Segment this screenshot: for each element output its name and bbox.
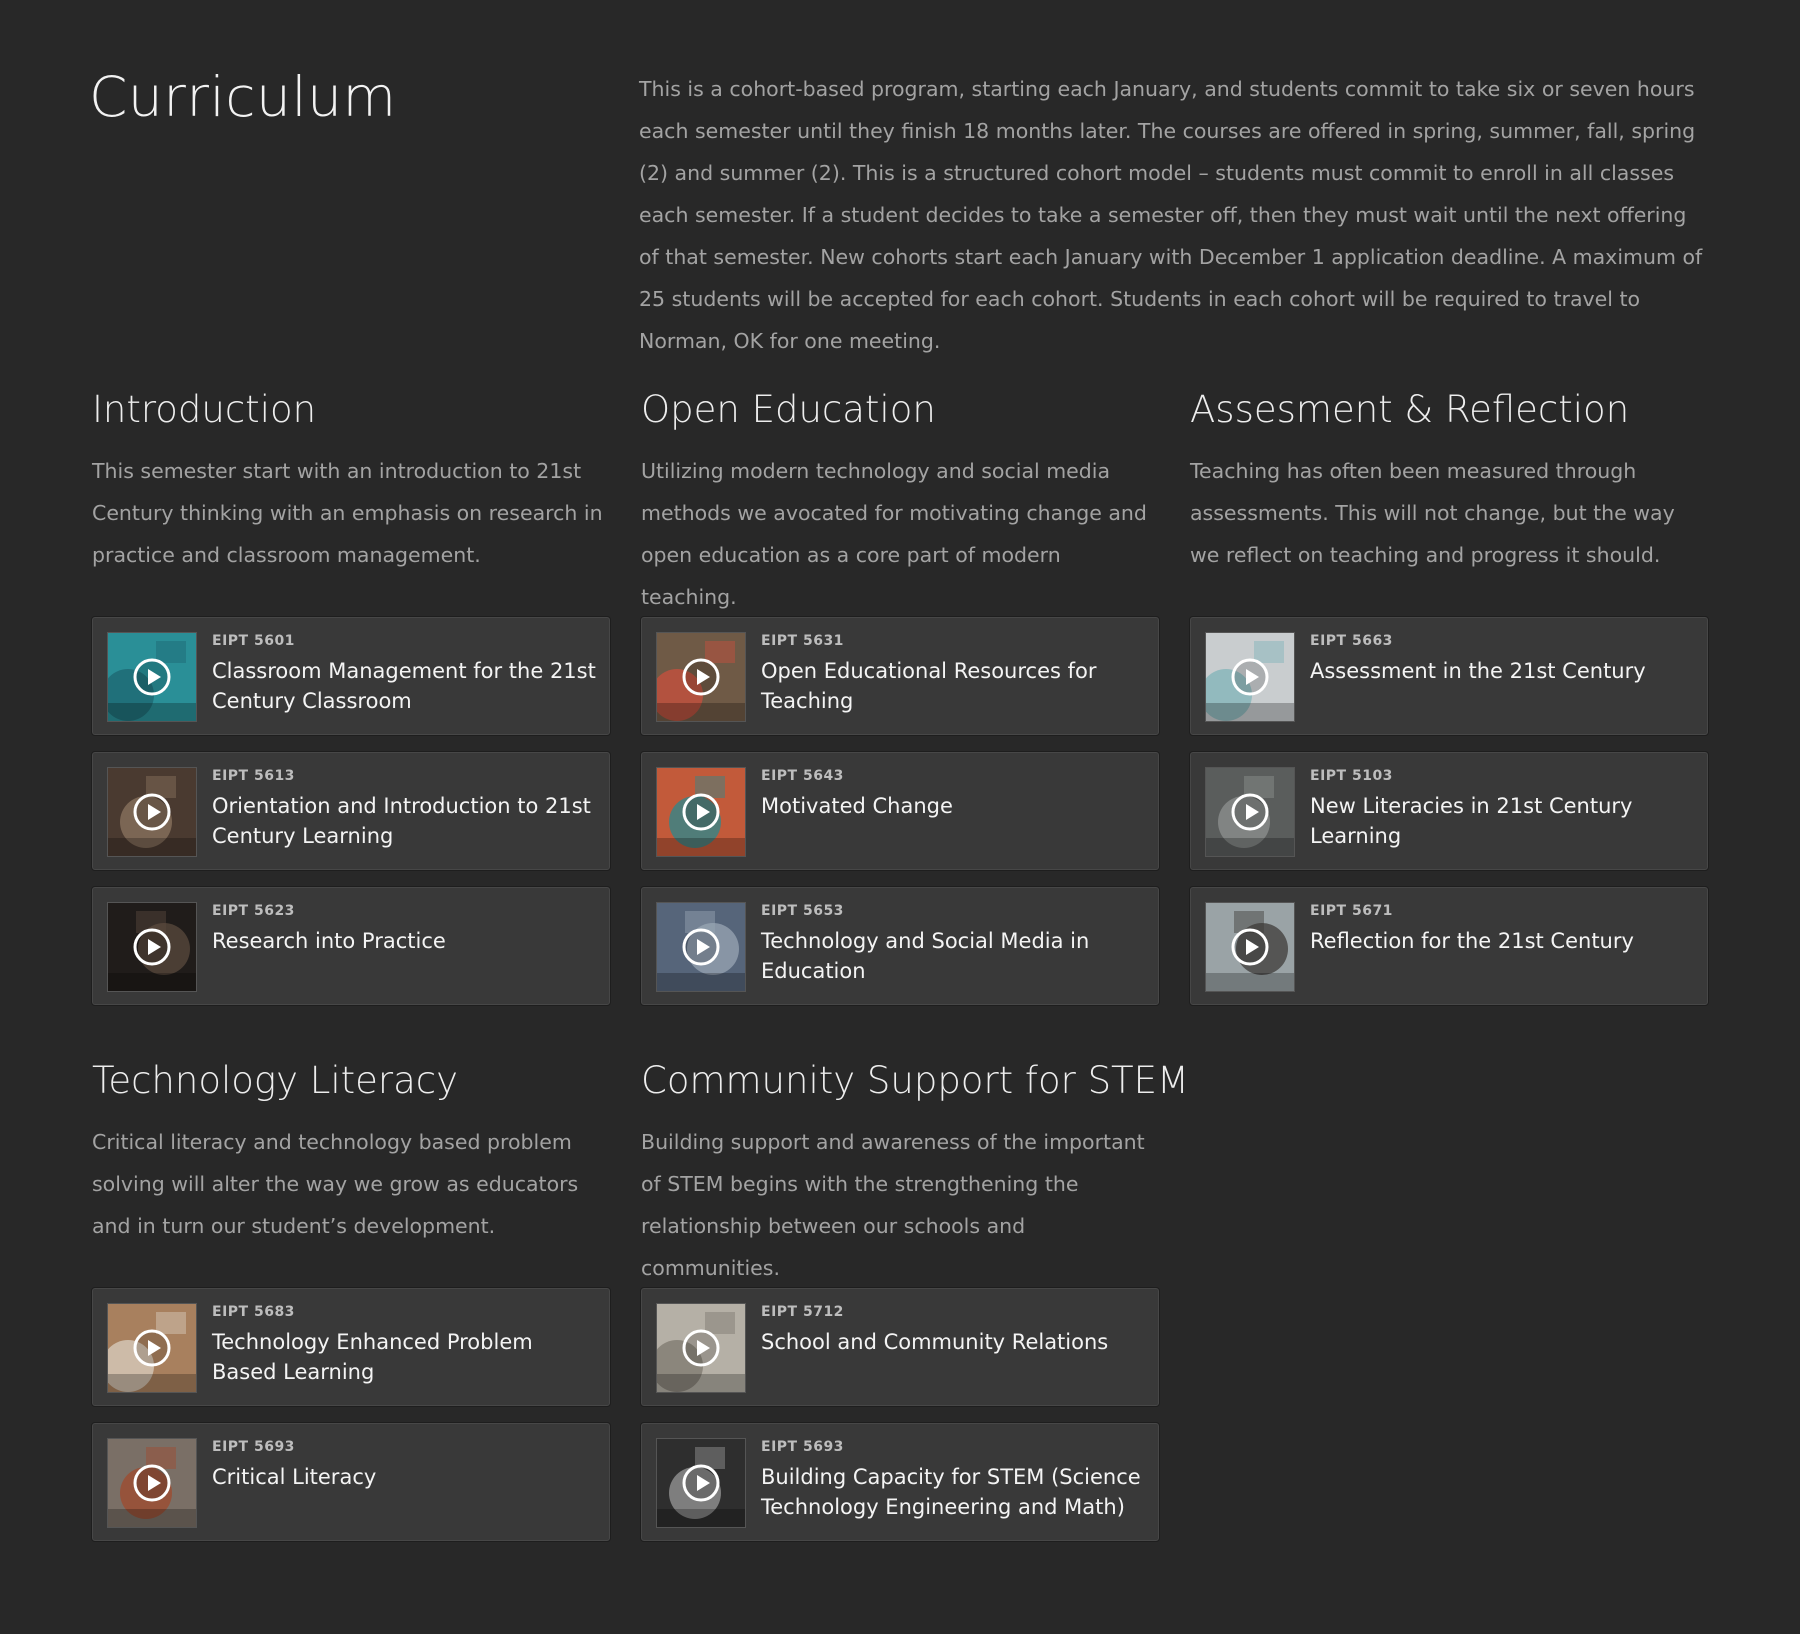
course-list: EIPT 5631 Open Educational Resources for …	[641, 617, 1159, 1005]
course-code: EIPT 5631	[761, 633, 844, 649]
course-title[interactable]: Open Educational Resources for Teaching	[761, 656, 1146, 716]
course-code: EIPT 5663	[1310, 633, 1393, 649]
course-title[interactable]: Research into Practice	[212, 926, 597, 956]
course-title[interactable]: Critical Literacy	[212, 1462, 597, 1492]
course-card[interactable]: EIPT 5693 Critical Literacy	[92, 1423, 610, 1541]
course-card[interactable]: EIPT 5643 Motivated Change	[641, 752, 1159, 870]
section-open-education: Open Education Utilizing modern technolog…	[641, 380, 1159, 1022]
play-icon[interactable]	[132, 927, 172, 967]
section-description: Teaching has often been measured through…	[1190, 459, 1675, 567]
course-card[interactable]: EIPT 5103 New Literacies in 21st Century …	[1190, 752, 1708, 870]
course-code: EIPT 5693	[761, 1439, 844, 1455]
course-code: EIPT 5653	[761, 903, 844, 919]
course-title[interactable]: Classroom Management for the 21st Centur…	[212, 656, 597, 716]
play-icon[interactable]	[681, 1328, 721, 1368]
course-card[interactable]: EIPT 5623 Research into Practice	[92, 887, 610, 1005]
course-card[interactable]: EIPT 5663 Assessment in the 21st Century	[1190, 617, 1708, 735]
course-card[interactable]: EIPT 5601 Classroom Management for the 21…	[92, 617, 610, 735]
section-technology-literacy: Technology Literacy Critical literacy and…	[92, 1051, 610, 1558]
program-intro-text: This is a cohort-based program, starting…	[639, 77, 1703, 353]
section-assesment-reflection: Assesment & Reflection Teaching has often…	[1190, 380, 1708, 1022]
course-card[interactable]: EIPT 5631 Open Educational Resources for …	[641, 617, 1159, 735]
course-code: EIPT 5601	[212, 633, 295, 649]
section-community-support-for-stem: Community Support for STEM Building suppo…	[641, 1051, 1189, 1558]
course-code: EIPT 5693	[212, 1439, 295, 1455]
section-introduction: Introduction This semester start with an …	[92, 380, 610, 1022]
page-title: Curriculum	[89, 65, 397, 129]
course-thumbnail[interactable]	[656, 1438, 746, 1528]
course-card[interactable]: EIPT 5653 Technology and Social Media in …	[641, 887, 1159, 1005]
course-title[interactable]: New Literacies in 21st Century Learning	[1310, 791, 1695, 851]
course-list: EIPT 5601 Classroom Management for the 21…	[92, 617, 610, 1005]
course-thumbnail[interactable]	[107, 902, 197, 992]
course-thumbnail[interactable]	[656, 1303, 746, 1393]
play-icon[interactable]	[1230, 792, 1270, 832]
course-thumbnail[interactable]	[107, 632, 197, 722]
course-card[interactable]: EIPT 5671 Reflection for the 21st Century	[1190, 887, 1708, 1005]
course-thumbnail[interactable]	[107, 1303, 197, 1393]
course-title[interactable]: Reflection for the 21st Century	[1310, 926, 1695, 956]
course-thumbnail[interactable]	[1205, 632, 1295, 722]
course-code: EIPT 5643	[761, 768, 844, 784]
section-description: Building support and awareness of the im…	[641, 1130, 1145, 1280]
section-description: Utilizing modern technology and social m…	[641, 459, 1147, 609]
section-heading: Technology Literacy	[92, 1059, 459, 1102]
course-list: EIPT 5683 Technology Enhanced Problem Bas…	[92, 1288, 610, 1541]
course-thumbnail[interactable]	[107, 1438, 197, 1528]
course-thumbnail[interactable]	[1205, 902, 1295, 992]
course-list: EIPT 5663 Assessment in the 21st Century E…	[1190, 617, 1708, 1005]
course-title[interactable]: Assessment in the 21st Century	[1310, 656, 1695, 686]
course-title[interactable]: Technology Enhanced Problem Based Learni…	[212, 1327, 597, 1387]
play-icon[interactable]	[132, 657, 172, 697]
play-icon[interactable]	[681, 1463, 721, 1503]
section-heading: Community Support for STEM	[641, 1059, 1189, 1102]
course-card[interactable]: EIPT 5683 Technology Enhanced Problem Bas…	[92, 1288, 610, 1406]
course-title[interactable]: Motivated Change	[761, 791, 1146, 821]
section-description: This semester start with an introduction…	[92, 459, 603, 567]
play-icon[interactable]	[132, 1328, 172, 1368]
section-heading: Open Education	[641, 388, 936, 431]
course-code: EIPT 5103	[1310, 768, 1393, 784]
course-thumbnail[interactable]	[656, 902, 746, 992]
section-description: Critical literacy and technology based p…	[92, 1130, 579, 1238]
play-icon[interactable]	[132, 1463, 172, 1503]
course-thumbnail[interactable]	[107, 767, 197, 857]
course-thumbnail[interactable]	[656, 767, 746, 857]
course-title[interactable]: Orientation and Introduction to 21st Cen…	[212, 791, 597, 851]
course-card[interactable]: EIPT 5712 School and Community Relations	[641, 1288, 1159, 1406]
course-card[interactable]: EIPT 5693 Building Capacity for STEM (Sci…	[641, 1423, 1159, 1541]
section-heading: Introduction	[92, 388, 317, 431]
play-icon[interactable]	[1230, 927, 1270, 967]
play-icon[interactable]	[132, 792, 172, 832]
course-list: EIPT 5712 School and Community Relations E…	[641, 1288, 1159, 1541]
course-title[interactable]: School and Community Relations	[761, 1327, 1146, 1357]
course-title[interactable]: Technology and Social Media in Education	[761, 926, 1146, 986]
course-title[interactable]: Building Capacity for STEM (Science Tech…	[761, 1462, 1146, 1522]
play-icon[interactable]	[681, 927, 721, 967]
play-icon[interactable]	[681, 792, 721, 832]
course-code: EIPT 5671	[1310, 903, 1393, 919]
course-code: EIPT 5712	[761, 1304, 844, 1320]
section-heading: Assesment & Reflection	[1190, 388, 1630, 431]
course-code: EIPT 5683	[212, 1304, 295, 1320]
course-thumbnail[interactable]	[656, 632, 746, 722]
course-thumbnail[interactable]	[1205, 767, 1295, 857]
course-code: EIPT 5613	[212, 768, 295, 784]
play-icon[interactable]	[681, 657, 721, 697]
course-card[interactable]: EIPT 5613 Orientation and Introduction to…	[92, 752, 610, 870]
course-code: EIPT 5623	[212, 903, 295, 919]
play-icon[interactable]	[1230, 657, 1270, 697]
